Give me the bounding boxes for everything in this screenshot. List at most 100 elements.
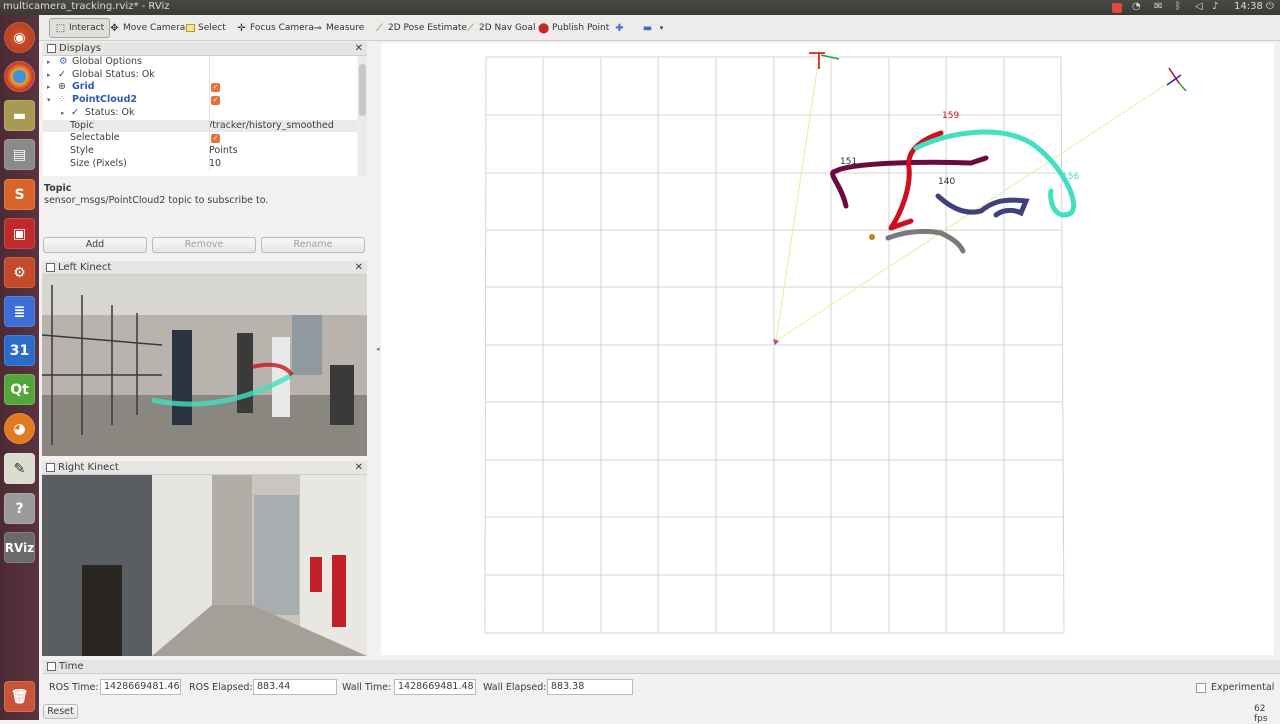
scrollbar-thumb[interactable] (359, 64, 366, 116)
qt-creator-icon[interactable]: Qt (4, 374, 35, 405)
app-icon[interactable]: ▤ (4, 139, 35, 170)
track-label-151: 151 (840, 157, 857, 167)
reset-button[interactable]: Reset (43, 704, 78, 719)
pose-arrow-icon: ⟋ (376, 22, 383, 34)
2d-nav-goal-tool[interactable]: ⟋ 2D Nav Goal (460, 18, 540, 38)
wall-time-field[interactable]: 1428669481.48 (394, 679, 476, 695)
volume-icon[interactable]: ♪ (1212, 1, 1218, 12)
track-label-156: 156 (1062, 172, 1079, 182)
experimental-label: Experimental (1211, 682, 1275, 693)
clock[interactable]: 14:38 (1234, 1, 1263, 12)
left-kinect-image (42, 275, 367, 456)
displays-panel-header: Displays ✕ (43, 42, 367, 56)
move-camera-icon: ✥ (110, 22, 119, 34)
close-window-icon[interactable] (1112, 3, 1122, 13)
displays-scrollbar[interactable] (358, 56, 367, 176)
chevron-down-icon: ▾ (659, 23, 664, 32)
tree-row-topic[interactable]: Topic /tracker/history_smoothed (43, 119, 357, 133)
displays-tree: ▸ ⚙ Global Options ▸ ✓ Global Status: Ok… (43, 56, 357, 176)
help-icon[interactable]: ? (4, 493, 35, 524)
grid-enabled-checkbox[interactable]: ✓ (211, 81, 220, 94)
expand-arrow-icon[interactable]: ▸ (47, 69, 51, 82)
settings-icon[interactable]: ⚙ (4, 257, 35, 288)
checkmark-icon: ✓ (71, 106, 79, 118)
tree-row-global-options[interactable]: ▸ ⚙ Global Options (43, 56, 357, 69)
grid-icon: ⊛ (58, 81, 66, 93)
close-icon[interactable]: ✕ (355, 261, 363, 275)
left-kinect-header: Left Kinect ✕ (42, 261, 367, 275)
tree-row-grid[interactable]: ▸ ⊛ Grid ✓ (43, 81, 357, 94)
calendar-icon[interactable]: 31 (4, 335, 35, 366)
rviz-icon[interactable]: RViz (4, 532, 35, 563)
files-icon[interactable]: ▬ (4, 100, 35, 131)
camera-panel-icon (46, 263, 55, 272)
measure-icon: ⊸ (313, 22, 322, 34)
collapse-arrow-icon[interactable]: ▾ (47, 94, 51, 107)
close-icon[interactable]: ✕ (355, 42, 363, 56)
window-title: multicamera_tracking.rviz* - RViz (3, 1, 170, 12)
wall-elapsed-field[interactable]: 883.38 (547, 679, 633, 695)
focus-camera-tool[interactable]: ✛ Focus Camera (231, 18, 319, 38)
expand-arrow-icon[interactable]: ▸ (47, 81, 51, 94)
system-top-bar: multicamera_tracking.rviz* - RViz ◔ ✉ ᛒ … (0, 0, 1280, 15)
sound-icon[interactable]: ◁ (1195, 1, 1203, 12)
map-pin-icon: ⬤ (538, 22, 550, 34)
rename-display-button[interactable]: Rename (261, 237, 365, 253)
right-kinect-header: Right Kinect ✕ (42, 461, 367, 475)
close-icon[interactable]: ✕ (355, 461, 363, 475)
tool-bar: ⬚ Interact ✥ Move Camera Select ✛ Focus Cam… (39, 15, 1280, 41)
fps-counter: 62 fps (1254, 704, 1268, 724)
collapse-left-arrow-icon[interactable]: ◂ (376, 345, 380, 353)
trash-icon[interactable]: 🗑 (4, 681, 35, 712)
3d-viewport[interactable]: 159 151 140 156 (381, 43, 1274, 655)
tree-row-pointcloud2[interactable]: ▾ ⁘ PointCloud2 ✓ (43, 94, 357, 107)
column-divider (209, 56, 210, 171)
interact-icon: ⬚ (55, 22, 66, 34)
property-description: Topic sensor_msgs/PointCloud2 topic to s… (43, 180, 367, 232)
grid-view[interactable]: 159 151 140 156 (381, 43, 1274, 655)
publish-point-tool[interactable]: ⬤ Publish Point (533, 18, 614, 38)
measure-tool[interactable]: ⊸ Measure (307, 18, 369, 38)
tree-row-size[interactable]: Size (Pixels) 10 (43, 158, 357, 171)
mail-icon[interactable]: ✉ (1154, 1, 1162, 12)
pointcloud-enabled-checkbox[interactable]: ✓ (211, 94, 220, 107)
globe-icon: ⚙ (59, 56, 68, 67)
move-camera-tool[interactable]: ✥ Move Camera (104, 18, 190, 38)
ubuntu-home-icon[interactable]: ◉ (4, 22, 35, 53)
presentation-icon[interactable]: ▣ (4, 218, 35, 249)
blender-icon[interactable]: ◕ (4, 413, 35, 444)
document-icon[interactable]: ≣ (4, 296, 35, 327)
sublime-icon[interactable]: S (4, 179, 35, 210)
ros-elapsed-field[interactable]: 883.44 (253, 679, 337, 695)
ros-time-field[interactable]: 1428669481.46 (100, 679, 181, 695)
focus-camera-icon: ✛ (237, 22, 246, 34)
right-kinect-scene (42, 475, 367, 656)
chrome-icon[interactable] (4, 61, 35, 92)
track-label-140: 140 (938, 177, 955, 187)
text-editor-icon[interactable]: ✎ (4, 453, 35, 484)
tree-row-global-status[interactable]: ▸ ✓ Global Status: Ok (43, 69, 357, 82)
tree-row-selectable[interactable]: Selectable ✓ (43, 132, 357, 145)
interact-tool[interactable]: ⬚ Interact (49, 18, 111, 38)
tree-row-status[interactable]: ▸ ✓ Status: Ok (43, 107, 357, 120)
tree-row-style[interactable]: Style Points (43, 145, 357, 158)
pointcloud-icon: ⁘ (58, 94, 66, 106)
remove-tool-button[interactable]: ▬ ▾ (637, 18, 672, 38)
selectable-checkbox[interactable]: ✓ (211, 132, 220, 145)
remove-display-button[interactable]: Remove (152, 237, 256, 253)
add-display-button[interactable]: Add (43, 237, 147, 253)
select-tool[interactable]: Select (181, 18, 231, 38)
bluetooth-icon[interactable]: ᛒ (1175, 1, 1181, 12)
track-label-159: 159 (942, 111, 959, 121)
wifi-icon[interactable]: ◔ (1132, 1, 1141, 12)
power-icon[interactable]: ⏻ (1266, 1, 1274, 12)
minus-icon: ▬ (642, 22, 653, 34)
time-panel-header: Time (43, 660, 1280, 674)
expand-arrow-icon[interactable]: ▸ (47, 56, 51, 69)
monitor-icon (47, 44, 56, 53)
2d-pose-estimate-tool[interactable]: ⟋ 2D Pose Estimate (369, 18, 472, 38)
camera-panel-icon (46, 463, 55, 472)
expand-arrow-icon[interactable]: ▸ (61, 107, 65, 120)
experimental-checkbox[interactable] (1196, 683, 1206, 693)
add-tool-button[interactable]: ✚ (609, 18, 630, 38)
